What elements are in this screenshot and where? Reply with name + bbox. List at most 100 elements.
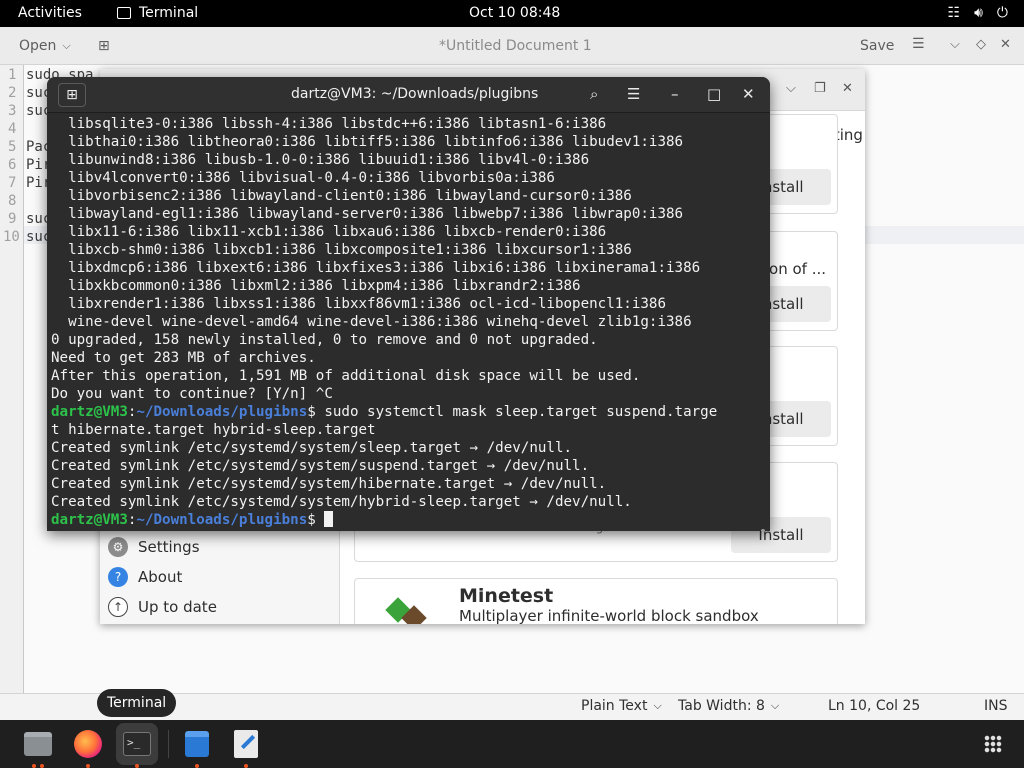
search-icon[interactable]: ⌕ xyxy=(590,85,598,103)
maximize-icon[interactable]: □ xyxy=(707,85,721,103)
minetest-icon xyxy=(385,597,427,624)
document-title: *Untitled Document 1 xyxy=(439,38,592,54)
close-icon[interactable]: ✕ xyxy=(842,81,853,96)
sidebar-item-label: Settings xyxy=(138,538,200,556)
editor-headerbar: Open ⌵ ⊞ *Untitled Document 1 Save ☰ ⌵ ◇… xyxy=(0,27,1024,65)
dock: >_ xyxy=(0,720,1024,768)
terminal-output-line: libxrender1:i386 libxss1:i386 libxxf86vm… xyxy=(51,296,666,312)
files-icon xyxy=(24,732,52,756)
app-summary: Multiplayer infinite-world block sandbox xyxy=(459,607,759,624)
terminal-output-line: Need to get 283 MB of archives. xyxy=(51,350,316,366)
running-indicator xyxy=(244,764,248,768)
power-icon: ⏻ xyxy=(996,5,1008,21)
app-card-minetest[interactable]: Minetest Multiplayer infinite-world bloc… xyxy=(354,578,838,624)
symlink-output-line: Created symlink /etc/systemd/system/susp… xyxy=(51,458,590,474)
terminal-output[interactable]: libsqlite3-0:i386 libssh-4:i386 libstdc+… xyxy=(47,113,770,531)
dock-separator xyxy=(168,730,169,758)
new-tab-icon[interactable]: ⊞ xyxy=(98,38,110,54)
terminal-output-line: libxkbcommon0:i386 libxml2:i386 libxpm4:… xyxy=(51,278,581,294)
terminal-output-line: libx11-6:i386 libx11-xcb1:i386 libxau6:i… xyxy=(51,224,607,240)
app-grid-icon xyxy=(984,735,1002,753)
insert-mode-label: INS xyxy=(984,698,1008,714)
terminal-small-icon xyxy=(117,7,131,19)
terminal-window[interactable]: ⊞ dartz@VM3: ~/Downloads/plugibns ⌕ ☰ – … xyxy=(47,77,770,531)
activities-button[interactable]: Activities xyxy=(18,5,82,21)
line-number: 5 xyxy=(8,139,17,155)
close-icon[interactable]: ✕ xyxy=(742,85,755,103)
app-menu-label: Terminal xyxy=(139,5,199,21)
dock-item-text-editor[interactable] xyxy=(225,723,267,765)
app-name: Minetest xyxy=(459,585,554,607)
dock-item-firefox[interactable] xyxy=(67,723,109,765)
sidebar-item-label: Up to date xyxy=(138,598,217,616)
line-number: 3 xyxy=(8,103,17,119)
hamburger-menu-icon[interactable]: ☰ xyxy=(627,85,640,103)
software-icon xyxy=(185,731,209,757)
maximize-icon[interactable]: ◇ xyxy=(976,37,986,52)
running-indicator xyxy=(32,764,36,768)
system-tray[interactable]: ☷ 🔊︎ ⏻ xyxy=(948,5,1008,21)
line-number: 9 xyxy=(8,211,17,227)
clock[interactable]: Oct 10 08:48 xyxy=(469,5,560,21)
text-editor-icon xyxy=(234,730,258,758)
command-text: sudo systemctl mask sleep.target suspend… xyxy=(315,404,718,420)
restore-icon[interactable]: ❐ xyxy=(814,81,826,96)
dock-tooltip: Terminal xyxy=(97,689,177,717)
line-number: 1 xyxy=(8,67,17,83)
line-number: 8 xyxy=(8,193,17,209)
sidebar-item-settings[interactable]: ⚙ Settings xyxy=(108,537,200,557)
open-button[interactable]: Open ⌵ xyxy=(19,38,71,54)
terminal-output-line: libthai0:i386 libtheora0:i386 libtiff5:i… xyxy=(51,134,684,150)
dock-item-terminal[interactable]: >_ xyxy=(116,723,158,765)
minimize-icon[interactable]: ⌵ xyxy=(786,81,796,96)
gear-icon: ⚙ xyxy=(108,537,128,557)
symlink-output-line: Created symlink /etc/systemd/system/hibe… xyxy=(51,476,607,492)
sidebar-item-label: About xyxy=(138,568,183,586)
line-number: 4 xyxy=(8,121,17,137)
upload-icon: ↑ xyxy=(108,597,128,617)
running-indicator xyxy=(86,764,90,768)
text-cursor xyxy=(324,511,334,527)
help-icon: ? xyxy=(108,567,128,587)
active-prompt[interactable]: dartz@VM3:~/Downloads/plugibns$ xyxy=(51,511,334,529)
terminal-output-line: libunwind8:i386 libusb-1.0-0:i386 libuui… xyxy=(51,152,590,168)
chevron-down-icon: ⌵ xyxy=(770,699,780,712)
hamburger-menu-icon[interactable]: ☰ xyxy=(912,36,925,52)
line-number: 10 xyxy=(3,229,20,245)
dock-item-software[interactable] xyxy=(176,723,218,765)
save-button[interactable]: Save xyxy=(860,38,894,54)
firefox-icon xyxy=(74,730,102,758)
language-selector[interactable]: Plain Text ⌵ xyxy=(581,698,662,714)
insert-mode[interactable]: INS xyxy=(984,698,1008,714)
symlink-output-line: Created symlink /etc/systemd/system/slee… xyxy=(51,440,573,456)
sidebar-item-about[interactable]: ? About xyxy=(108,567,182,587)
prompt-path: ~/Downloads/plugibns xyxy=(136,512,308,528)
terminal-output-line: libvorbisenc2:i386 libwayland-client0:i3… xyxy=(51,188,632,204)
prompt-dollar: $ xyxy=(307,512,316,528)
prompt-user: dartz@VM3 xyxy=(51,512,128,528)
close-icon[interactable]: ✕ xyxy=(1000,37,1011,52)
minimize-icon[interactable]: – xyxy=(671,85,679,103)
terminal-title: dartz@VM3: ~/Downloads/plugibns xyxy=(291,86,539,102)
terminal-output-line: After this operation, 1,591 MB of additi… xyxy=(51,368,641,384)
terminal-icon: >_ xyxy=(123,732,151,756)
language-label: Plain Text xyxy=(581,698,648,714)
prompt-dollar: $ xyxy=(307,404,316,420)
sidebar-item-up-to-date[interactable]: ↑ Up to date xyxy=(108,597,217,617)
cursor-position-label: Ln 10, Col 25 xyxy=(828,698,921,714)
terminal-output-line: libxcb-shm0:i386 libxcb1:i386 libxcompos… xyxy=(51,242,632,258)
tab-width-selector[interactable]: Tab Width: 8 ⌵ xyxy=(678,698,779,714)
cursor-position[interactable]: Ln 10, Col 25 xyxy=(828,698,920,714)
top-bar: Activities Terminal Oct 10 08:48 ☷ 🔊︎ ⏻ xyxy=(0,0,1024,27)
new-tab-button[interactable]: ⊞ xyxy=(58,83,86,107)
app-menu[interactable]: Terminal xyxy=(117,5,198,21)
network-icon: ☷ xyxy=(947,5,961,21)
tab-width-label: Tab Width: 8 xyxy=(678,698,765,714)
command-line: dartz@VM3:~/Downloads/plugibns$ sudo sys… xyxy=(51,403,717,421)
show-apps-button[interactable] xyxy=(972,723,1014,765)
terminal-scrollbar[interactable] xyxy=(761,529,765,531)
minimize-icon[interactable]: ⌵ xyxy=(950,37,960,52)
plus-icon: ⊞ xyxy=(66,87,78,103)
dock-item-files[interactable] xyxy=(17,723,59,765)
prompt-path: ~/Downloads/plugibns xyxy=(136,404,308,420)
